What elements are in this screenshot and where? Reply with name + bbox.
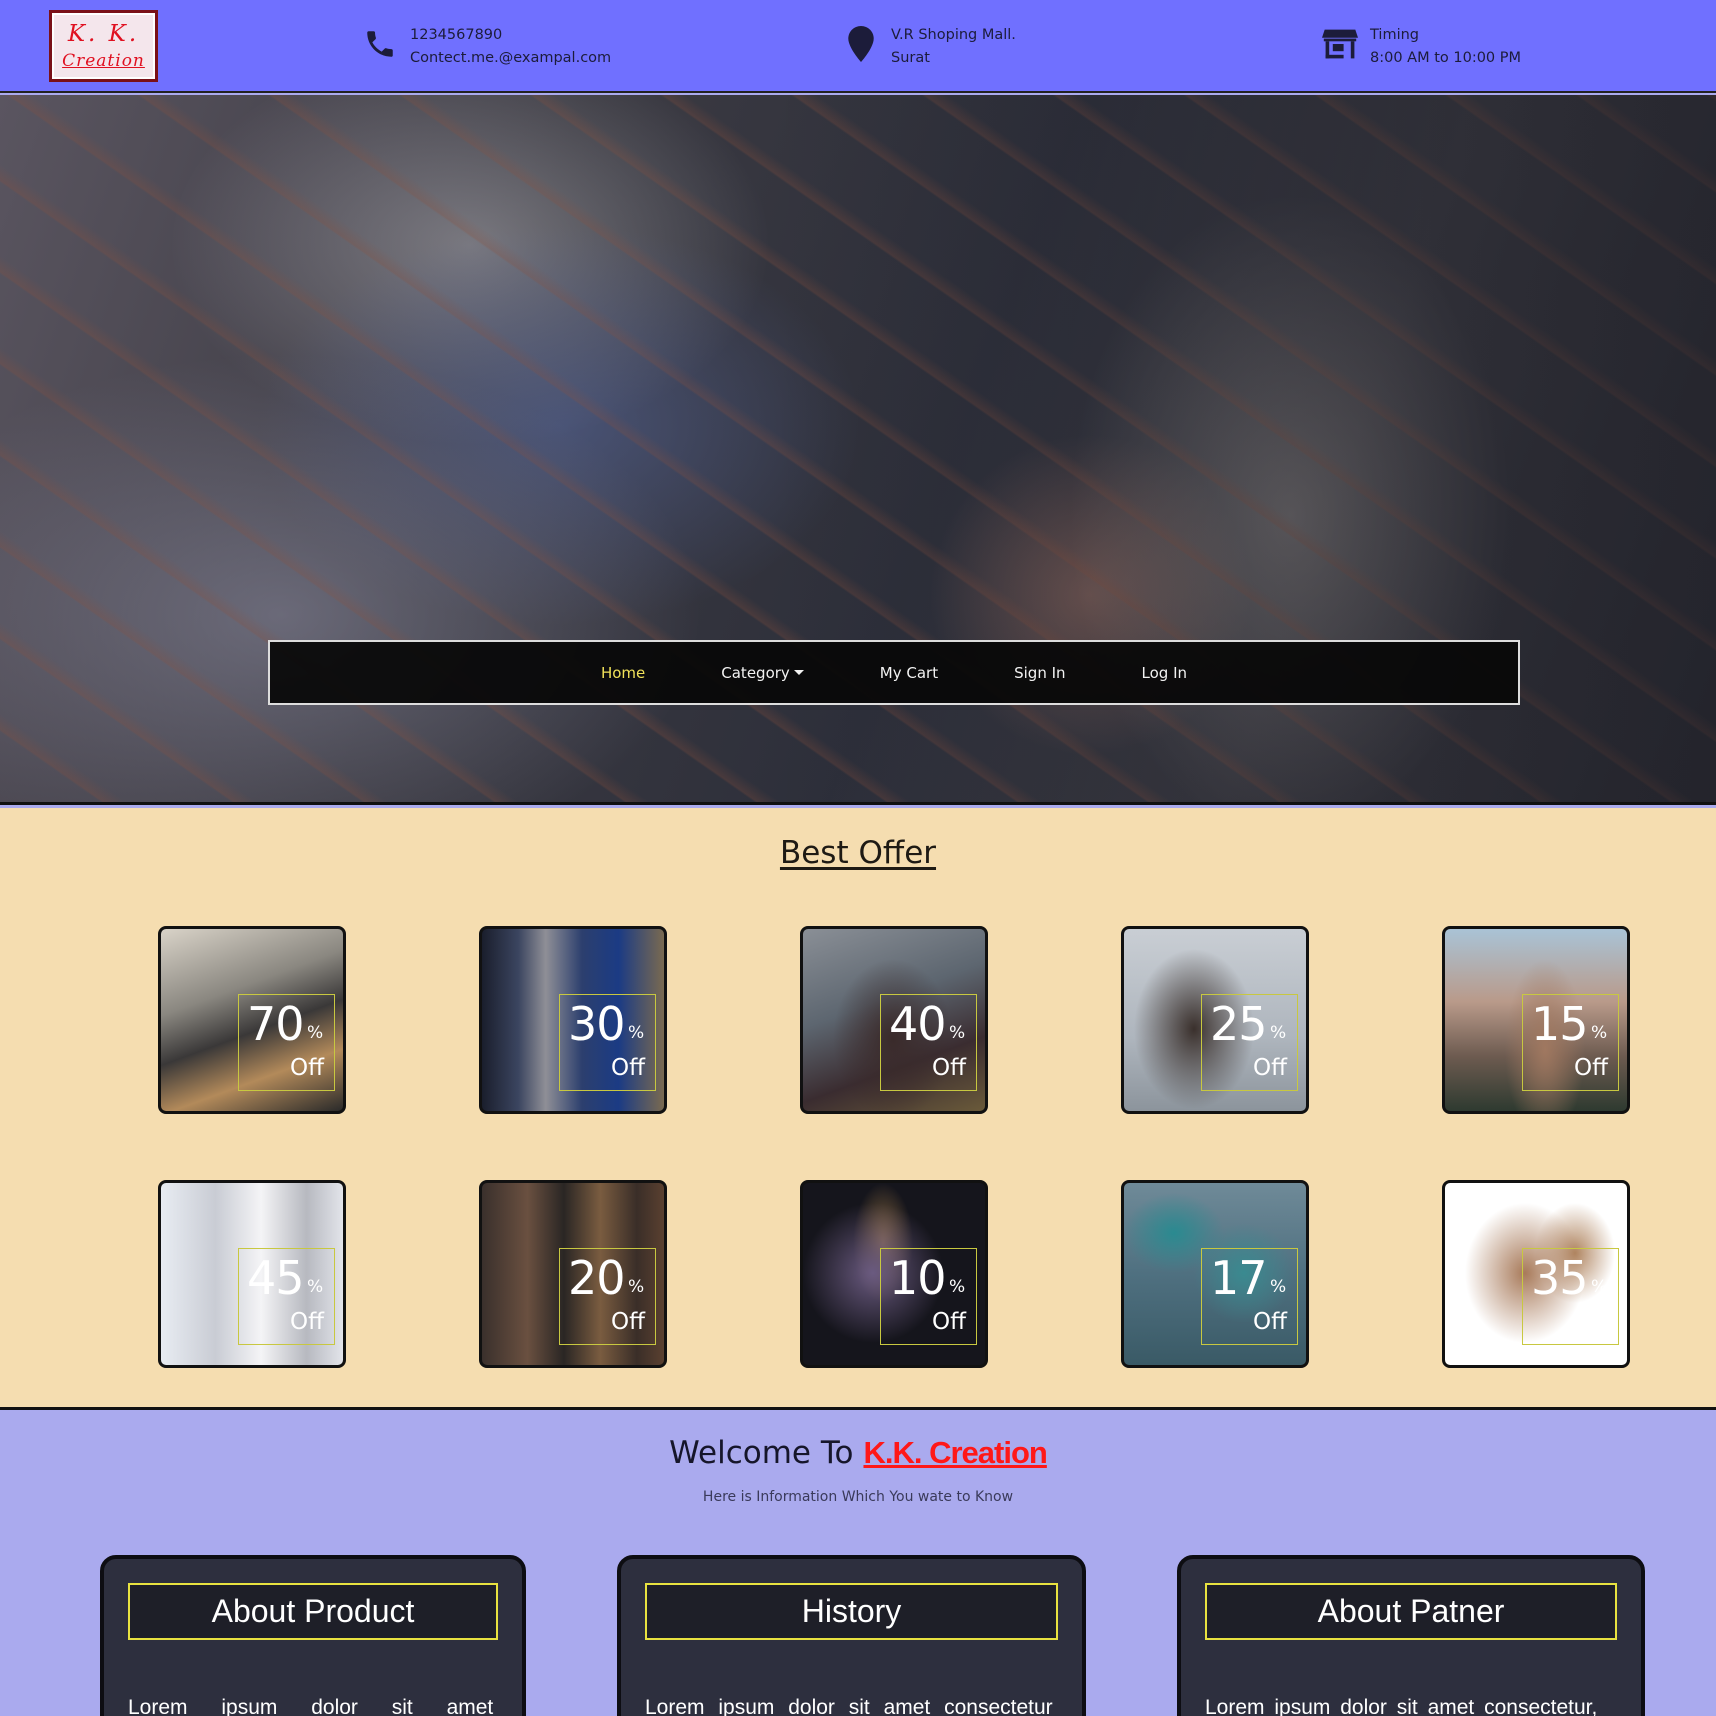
timing-info: Timing 8:00 AM to 10:00 PM	[1322, 24, 1521, 70]
offer-card[interactable]: 25% Off	[1121, 926, 1309, 1114]
welcome-section: Welcome To K.K. Creation Here is Informat…	[0, 1413, 1716, 1716]
nav-category-dropdown[interactable]: Category	[721, 664, 804, 682]
discount-badge: 40% Off	[880, 994, 977, 1091]
map-pin-icon	[843, 24, 879, 64]
best-offer-section: Best Offer 70% Off 30% Off 40% Off 25% Off 1…	[0, 808, 1716, 1410]
location-line-2: Surat	[891, 50, 930, 66]
location-info: V.R Shoping Mall. Surat	[843, 24, 1016, 70]
nav-my-cart[interactable]: My Cart	[880, 664, 938, 682]
timing-hours: 8:00 AM to 10:00 PM	[1370, 50, 1522, 66]
top-bar: K. K. Creation 1234567890 Contect.me.@ex…	[0, 0, 1716, 93]
logo-text-bottom: Creation	[62, 51, 145, 71]
welcome-heading: Welcome To K.K. Creation	[669, 1435, 1048, 1471]
offer-card[interactable]: 10% Off	[800, 1180, 988, 1368]
offer-card[interactable]: 15% Off	[1442, 926, 1630, 1114]
discount-badge: 70% Off	[238, 994, 335, 1091]
info-card-title: About Patner	[1205, 1583, 1617, 1640]
store-icon	[1322, 24, 1358, 64]
section-title: Best Offer	[779, 835, 937, 871]
info-card-title: About Product	[128, 1583, 498, 1640]
phone-number: 1234567890	[410, 27, 503, 43]
discount-badge: 45% Off	[238, 1248, 335, 1345]
nav-sign-in[interactable]: Sign In	[1014, 664, 1065, 682]
location-line-1: V.R Shoping Mall.	[891, 27, 1016, 43]
discount-badge: 10% Off	[880, 1248, 977, 1345]
info-card-about-partner: About Patner Lorem ipsum dolor sit amet …	[1177, 1555, 1645, 1716]
discount-badge: 35% Off	[1522, 1248, 1619, 1345]
info-card-history: History Lorem ipsum dolor sit amet conse…	[617, 1555, 1086, 1716]
hero-banner: Home Category My Cart Sign In Log In	[0, 95, 1716, 805]
brand-name-link[interactable]: K.K. Creation	[863, 1435, 1047, 1470]
main-navbar: Home Category My Cart Sign In Log In	[268, 640, 1520, 705]
info-card-title: History	[645, 1583, 1058, 1640]
contact-info: 1234567890 Contect.me.@exampal.com	[362, 24, 611, 70]
email-address[interactable]: Contect.me.@exampal.com	[410, 47, 611, 70]
info-card-text: Lorem ipsum dolor sit amet consectetur,	[1205, 1696, 1598, 1716]
offer-card[interactable]: 17% Off	[1121, 1180, 1309, 1368]
discount-badge: 30% Off	[559, 994, 656, 1091]
logo-text-top: K. K.	[67, 21, 140, 47]
offer-card[interactable]: 30% Off	[479, 926, 667, 1114]
offer-card[interactable]: 70% Off	[158, 926, 346, 1114]
info-card-about-product: About Product Lorem ipsum dolor sit amet	[100, 1555, 526, 1716]
timing-label: Timing	[1370, 27, 1419, 43]
discount-badge: 20% Off	[559, 1248, 656, 1345]
phone-icon	[362, 24, 398, 64]
offer-card[interactable]: 45% Off	[158, 1180, 346, 1368]
offer-card[interactable]: 40% Off	[800, 926, 988, 1114]
discount-badge: 25% Off	[1201, 994, 1298, 1091]
discount-badge: 15% Off	[1522, 994, 1619, 1091]
welcome-subtitle: Here is Information Which You wate to Kn…	[702, 1489, 1014, 1505]
discount-badge: 17% Off	[1201, 1248, 1298, 1345]
nav-log-in[interactable]: Log In	[1142, 664, 1188, 682]
brand-logo[interactable]: K. K. Creation	[49, 10, 158, 82]
offer-card[interactable]: 20% Off	[479, 1180, 667, 1368]
caret-down-icon	[793, 670, 804, 675]
nav-home[interactable]: Home	[601, 664, 645, 682]
offer-card[interactable]: 35% Off	[1442, 1180, 1630, 1368]
info-card-text: Lorem ipsum dolor sit amet consectetur	[645, 1696, 1053, 1716]
info-card-text: Lorem ipsum dolor sit amet	[128, 1696, 494, 1716]
